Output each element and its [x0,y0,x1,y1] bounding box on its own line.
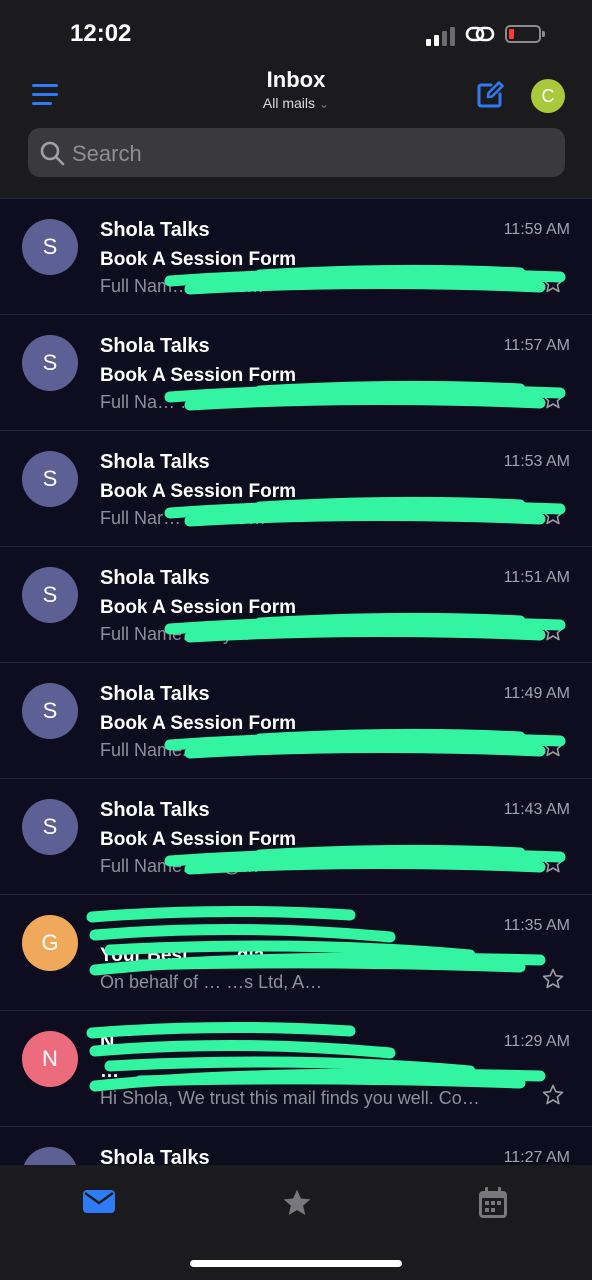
sender-avatar: S [22,335,78,391]
mail-subject: Book A Session Form [100,249,297,270]
account-avatar[interactable]: C [531,79,565,113]
link-icon [465,26,495,42]
mail-preview: Full Name… …y… [100,624,251,644]
tab-starred[interactable] [280,1187,314,1219]
star-toggle-icon[interactable] [541,735,565,759]
mail-row[interactable]: S Shola Talks 11:59 AM Book A Session Fo… [0,199,592,315]
mailbox-filter-label: All mails [262,95,316,111]
received-time: 11:35 AM [503,917,570,934]
sender-name: Shola Talks [100,799,210,821]
sender-name: Shola Talks [100,335,210,357]
signal-icon [426,26,458,46]
mail-subject: Book A Session Form [100,481,297,502]
sender-name: N… [100,1031,135,1053]
sender-name: Shola Talks [100,219,210,241]
search-icon [40,141,65,166]
mail-row[interactable]: S Shola Talks 11:51 AM Book A Session Fo… [0,547,592,663]
sender-avatar: G [22,915,78,971]
mail-preview: Full Name. … [100,740,211,760]
star-toggle-icon[interactable] [541,503,565,527]
mail-row[interactable]: G 11:35 AM Your Best … …dia On behalf of… [0,895,592,1011]
calendar-icon [479,1187,507,1218]
mail-subject: Your Best … …dia [100,945,265,966]
home-indicator [190,1260,402,1267]
received-time: 11:29 AM [503,1033,570,1050]
tab-calendar[interactable] [478,1187,508,1219]
received-time: 11:59 AM [503,221,570,238]
status-time: 12:02 [70,20,132,47]
mail-subject: Book A Session Form [100,597,297,618]
mail-row[interactable]: S Shola Talks 11:43 AM Book A Session Fo… [0,779,592,895]
battery-icon [505,25,545,43]
mail-subject: Book A Session Form [100,829,297,850]
star-toggle-icon[interactable] [541,1083,565,1107]
mail-row[interactable]: S Shola Talks 11:57 AM Book A Session Fo… [0,315,592,431]
mail-list: S Shola Talks 11:59 AM Book A Session Fo… [0,199,592,1243]
redaction-scribble [86,905,546,976]
star-toggle-icon[interactable] [541,619,565,643]
star-toggle-icon[interactable] [541,851,565,875]
compose-button[interactable] [474,79,506,111]
mail-row[interactable]: S Shola Talks 11:49 AM Book A Session Fo… [0,663,592,779]
mail-subject: Book A Session Form [100,365,297,386]
mail-subject: Book A Session Form [100,713,297,734]
sender-name: Shola Talks [100,567,210,589]
sender-avatar: S [22,683,78,739]
star-toggle-icon[interactable] [541,271,565,295]
mail-preview: Full Nam… …mail… [100,276,265,296]
mail-row[interactable]: N N… 11:29 AM … Hi Shola, We trust this … [0,1011,592,1127]
status-bar: 12:02 [0,0,592,64]
received-time: 11:57 AM [503,337,570,354]
sender-avatar: N [22,1031,78,1087]
mail-preview: Full Na… …mi… [100,392,236,412]
redaction-scribble [86,1021,546,1092]
sender-name: Shola Talks [100,451,210,473]
sender-avatar: S [22,451,78,507]
chevron-down-icon: ⌄ [319,97,330,111]
received-time: 11:53 AM [503,453,570,470]
mail-preview: Hi Shola, We trust this mail finds you w… [100,1088,480,1108]
received-time: 11:51 AM [503,569,570,586]
search-input[interactable] [70,128,554,179]
app-header: Inbox All mails ⌄ C [0,64,592,199]
sender-avatar: S [22,567,78,623]
mail-preview: Full Name… …@… [100,856,260,876]
mail-preview: Full Nar… …etime… [100,508,267,528]
tab-mail[interactable] [82,1187,116,1217]
search-bar[interactable] [28,128,565,179]
mail-icon [83,1190,115,1213]
received-time: 11:43 AM [503,801,570,818]
sender-avatar: S [22,799,78,855]
sender-avatar: S [22,219,78,275]
mail-row[interactable]: S Shola Talks 11:53 AM Book A Session Fo… [0,431,592,547]
received-time: 11:49 AM [503,685,570,702]
sender-name: Shola Talks [100,683,210,705]
star-toggle-icon[interactable] [541,967,565,991]
mail-subject: … [100,1061,119,1082]
mail-preview: On behalf of … …s Ltd, A… [100,972,323,992]
star-toggle-icon[interactable] [541,387,565,411]
star-icon [283,1189,311,1215]
